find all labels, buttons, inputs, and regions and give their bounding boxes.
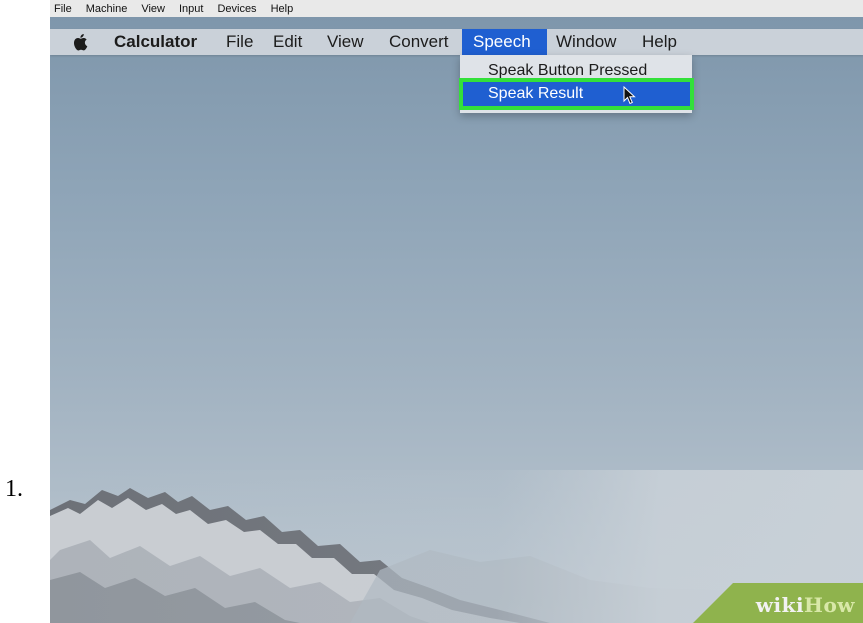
menu-app-name[interactable]: Calculator [108,29,203,55]
menu-window[interactable]: Window [550,29,622,55]
speak-result-item[interactable]: Speak Result [460,82,692,106]
menu-help[interactable]: Help [636,29,683,55]
vm-menu-devices[interactable]: Devices [217,3,256,15]
apple-icon[interactable] [72,33,88,51]
vm-menu-file[interactable]: File [54,3,72,15]
speech-dropdown-menu: Speak Button Pressed Speak Result [460,55,692,113]
cursor-icon [623,86,636,105]
vm-menu-help[interactable]: Help [271,3,294,15]
menu-convert[interactable]: Convert [383,29,455,55]
speak-button-pressed-item[interactable]: Speak Button Pressed [460,59,692,83]
menu-file[interactable]: File [220,29,259,55]
watermark-prefix: wiki [755,593,805,617]
step-number: 1. [5,476,23,502]
vm-menubar: File Machine View Input Devices Help [50,0,863,17]
vm-menu-view[interactable]: View [141,3,165,15]
vm-menu-input[interactable]: Input [179,3,203,15]
menu-speech[interactable]: Speech [462,29,547,55]
screenshot: File Machine View Input Devices Help Cal… [50,0,863,623]
menu-edit[interactable]: Edit [267,29,308,55]
menu-view[interactable]: View [321,29,370,55]
mac-menubar: Calculator File Edit View Convert Speech… [50,29,863,55]
watermark-suffix: How [804,593,855,617]
wikihow-watermark: wikiHow [756,593,855,617]
vm-menu-machine[interactable]: Machine [86,3,128,15]
